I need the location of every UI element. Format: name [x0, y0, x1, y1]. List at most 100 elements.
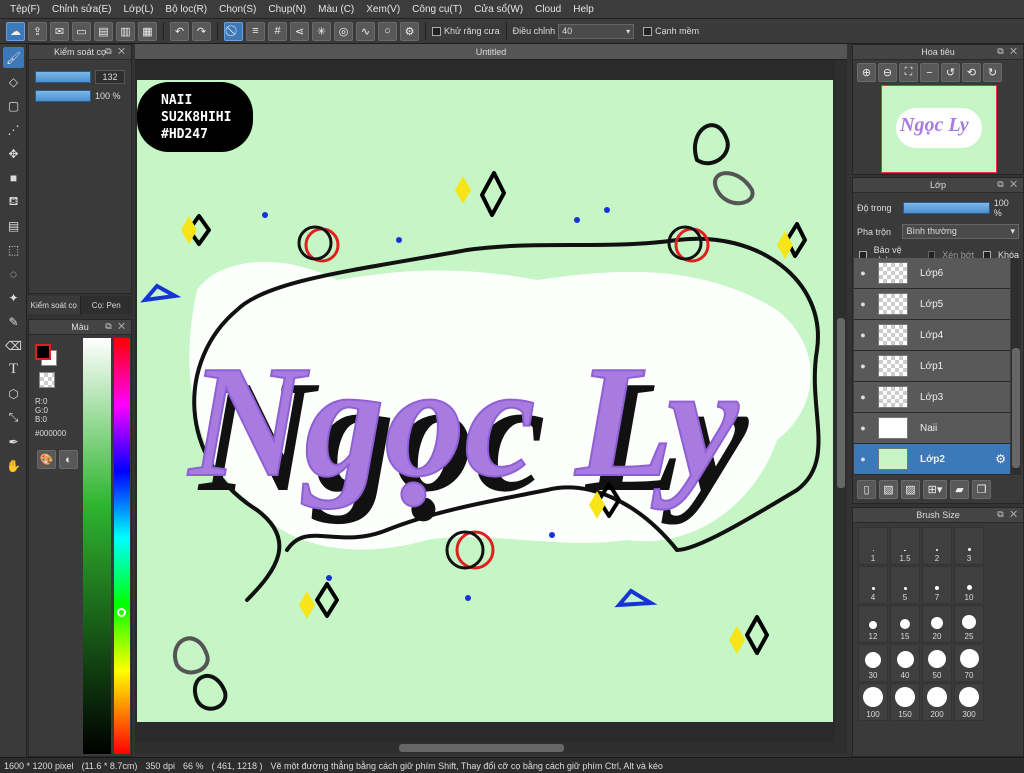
hue-slider-handle[interactable] — [117, 608, 126, 617]
eye-icon[interactable]: ● — [854, 361, 872, 371]
eye-icon[interactable]: ● — [854, 423, 872, 433]
menu-select[interactable]: Chọn(S) — [213, 4, 262, 15]
eraser-tool-icon[interactable]: ◇ — [3, 71, 24, 92]
layer-item-selected[interactable]: ● Lớp2 ⚙ — [854, 444, 1010, 475]
eyedropper-tool-icon[interactable]: ⤡ — [3, 407, 24, 428]
move-tool-icon[interactable]: ✥ — [3, 143, 24, 164]
hand-tool-icon[interactable]: ✋ — [3, 455, 24, 476]
layer-scrollbar[interactable] — [1011, 258, 1021, 475]
pen-tool-icon[interactable]: ✒ — [3, 431, 24, 452]
page-icon[interactable]: ▤ — [94, 21, 113, 41]
rect-select-tool-icon[interactable]: ▢ — [3, 95, 24, 116]
brush-size-option[interactable]: 7 — [922, 566, 952, 604]
new-layer-icon[interactable]: ▯ — [857, 480, 876, 499]
brush-size-option[interactable]: 200 — [922, 683, 952, 721]
brush-size-option[interactable]: 150 — [890, 683, 920, 721]
brush-size-option[interactable]: 50 — [922, 644, 952, 682]
comment-icon[interactable]: ▭ — [72, 21, 91, 41]
parallel-snap-icon[interactable]: ≡ — [246, 21, 265, 41]
brush-size-option[interactable]: 70 — [954, 644, 984, 682]
eye-icon[interactable]: ● — [854, 330, 872, 340]
brush-size-option[interactable]: 12 — [858, 605, 888, 643]
magic-wand-tool-icon[interactable]: ✦ — [3, 287, 24, 308]
brush-size-option[interactable]: 100 — [858, 683, 888, 721]
color-history-icon[interactable]: ◐ — [59, 450, 78, 469]
menu-help[interactable]: Help — [567, 4, 600, 15]
cloud-icon[interactable]: ☁ — [6, 21, 25, 41]
close-icon[interactable]: ⧉ ✕ — [105, 321, 127, 332]
menu-tools[interactable]: Công cụ(T) — [406, 4, 468, 15]
brush-size-option[interactable]: 300 — [954, 683, 984, 721]
horizontal-scrollbar[interactable] — [135, 742, 847, 754]
palette-icon[interactable]: 🎨 — [37, 450, 56, 469]
layer-item[interactable]: ● Lớp1 — [854, 351, 1010, 382]
tab-pen[interactable]: Cọ: Pen — [81, 296, 133, 314]
vanish-snap-icon[interactable]: ⋖ — [290, 21, 309, 41]
menu-color[interactable]: Màu (C) — [312, 4, 360, 15]
brush-size-option[interactable]: 1 — [858, 527, 888, 565]
adjust-select[interactable]: 40 ▾ — [558, 23, 635, 39]
brush-size-value[interactable]: 132 — [95, 70, 125, 84]
cross-snap-icon[interactable]: # — [268, 21, 287, 41]
canvas-tab[interactable]: Untitled — [135, 44, 847, 60]
menu-view[interactable]: Xem(V) — [360, 4, 406, 15]
menu-edit[interactable]: Chỉnh sửa(E) — [46, 4, 118, 15]
close-icon[interactable]: ⧉ ✕ — [997, 509, 1019, 520]
reset-view-icon[interactable]: ⟲ — [962, 63, 981, 82]
foreground-color-swatch[interactable] — [35, 344, 51, 360]
folder-icon[interactable]: ▰ — [950, 480, 969, 499]
fill-rect-tool-icon[interactable]: ■ — [3, 167, 24, 188]
layer-scroll-thumb[interactable] — [1012, 348, 1020, 468]
transparent-color-swatch[interactable] — [39, 372, 55, 388]
zoom-in-icon[interactable]: ⊕ — [857, 63, 876, 82]
eye-icon[interactable]: ● — [854, 299, 872, 309]
brush-size-option[interactable]: 10 — [954, 566, 984, 604]
brush-tool-icon[interactable]: 🖌 — [3, 47, 24, 68]
navigator-preview[interactable]: Ngọc Ly — [881, 85, 997, 173]
hue-slider[interactable] — [114, 338, 130, 754]
brush-size-option[interactable]: 3 — [954, 527, 984, 565]
rotate-left-icon[interactable]: ↺ — [941, 63, 960, 82]
undo-icon[interactable]: ↶ — [170, 21, 189, 41]
add-layer-menu-icon[interactable]: ⊞▾ — [923, 480, 947, 499]
brush-size-option[interactable]: 2 — [922, 527, 952, 565]
horizontal-scroll-thumb[interactable] — [399, 744, 564, 752]
brush-size-option[interactable]: 30 — [858, 644, 888, 682]
brush-size-option[interactable]: 5 — [890, 566, 920, 604]
select-pen-tool-icon[interactable]: ✎ — [3, 311, 24, 332]
brush-size-option[interactable]: 20 — [922, 605, 952, 643]
settings-snap-icon[interactable]: ⚙ — [400, 21, 419, 41]
bucket-tool-icon[interactable]: ⛾ — [3, 191, 24, 212]
brush-size-slider[interactable] — [35, 71, 91, 83]
antialias-toggle[interactable]: Khử răng cưa — [432, 26, 500, 36]
text-tool-icon[interactable]: T — [3, 359, 24, 380]
menu-cloud[interactable]: Cloud — [529, 4, 567, 15]
soft-edge-toggle[interactable]: Cạnh mềm — [643, 26, 699, 36]
rotate-right-icon[interactable]: ↻ — [983, 63, 1002, 82]
no-snap-icon[interactable]: ⃠ — [224, 21, 243, 41]
zoom-minus-icon[interactable]: − — [920, 63, 939, 82]
eye-icon[interactable]: ● — [854, 454, 872, 464]
menu-window[interactable]: Cửa sổ(W) — [468, 4, 529, 15]
saturation-value-field[interactable] — [83, 338, 111, 754]
brush-size-option[interactable]: 25 — [954, 605, 984, 643]
layer-item[interactable]: ● Lớp4 — [854, 320, 1010, 351]
upload-icon[interactable]: ⇪ — [28, 21, 47, 41]
layer-item[interactable]: ● Lớp5 — [854, 289, 1010, 320]
new-8bit-layer-icon[interactable]: ▨ — [901, 480, 920, 499]
grid-icon[interactable]: ▦ — [138, 21, 157, 41]
menu-file[interactable]: Tệp(F) — [4, 4, 46, 15]
fit-icon[interactable]: ⛶ — [899, 63, 918, 82]
menu-layer[interactable]: Lớp(L) — [118, 4, 160, 15]
circle-snap-icon[interactable]: ◎ — [334, 21, 353, 41]
brush-size-option[interactable]: 15 — [890, 605, 920, 643]
drawing-canvas[interactable]: Ngọc Ly Ngọc Ly NAII SU2K8HIHI #HD247 — [137, 80, 833, 722]
blend-mode-select[interactable]: Bình thường ▾ — [902, 224, 1019, 239]
close-icon[interactable]: ⧉ ✕ — [997, 46, 1019, 57]
layer-item[interactable]: ● Naii — [854, 413, 1010, 444]
lasso-tool-icon[interactable]: ◌ — [3, 263, 24, 284]
gradient-tool-icon[interactable]: ▤ — [3, 215, 24, 236]
brush-opacity-slider[interactable] — [35, 90, 91, 102]
redo-icon[interactable]: ↷ — [192, 21, 211, 41]
dot-line-tool-icon[interactable]: ⋰ — [3, 119, 24, 140]
